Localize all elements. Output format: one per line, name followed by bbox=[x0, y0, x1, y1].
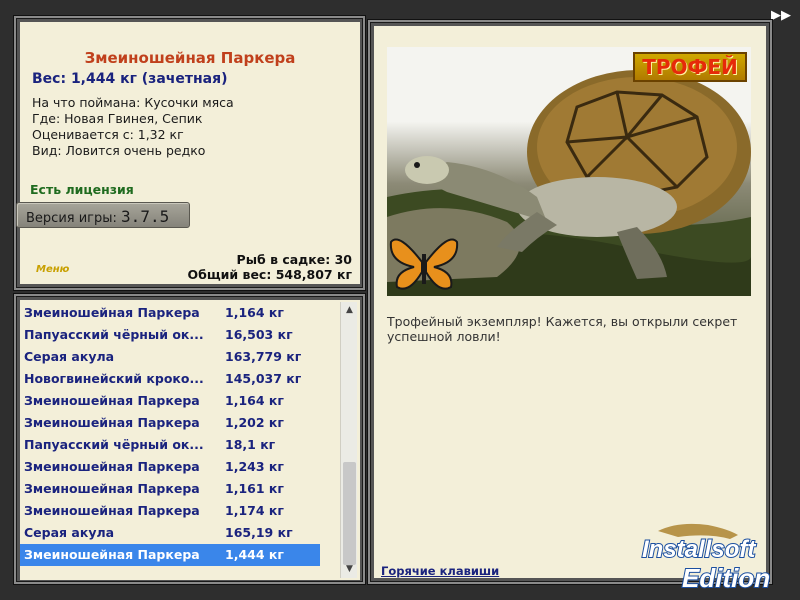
catch-weight: 1,164 кг bbox=[225, 393, 284, 408]
installsoft-watermark: Installsoft Edition bbox=[638, 519, 796, 594]
fish-info-panel: Змеиношейная Паркера Вес: 1,444 кг (заче… bbox=[16, 22, 360, 284]
watermark-logo: Installsoft Edition bbox=[641, 523, 771, 594]
catch-weight: 1,161 кг bbox=[225, 481, 284, 496]
trophy-description: Трофейный экземпляр! Кажется, вы открыли… bbox=[387, 314, 738, 344]
catch-weight: 165,19 кг bbox=[225, 525, 293, 540]
menu-link[interactable]: Меню bbox=[36, 264, 69, 275]
list-item[interactable]: Серая акула 165,19 кг bbox=[20, 522, 320, 544]
catch-name: Змеиношейная Паркера bbox=[24, 503, 200, 518]
catch-detail-panel: ТРОФЕЙ Трофейный экземпляр! Кажется, вы … bbox=[374, 26, 766, 578]
list-item[interactable]: Новогвинейский кроко... 145,037 кг bbox=[20, 368, 320, 390]
version-number: 3.7.5 bbox=[121, 207, 170, 226]
catch-weight: 1,243 кг bbox=[225, 459, 284, 474]
catch-weight: 1,202 кг bbox=[225, 415, 284, 430]
list-item[interactable]: Змеиношейная Паркера 1,164 кг bbox=[20, 302, 320, 324]
scroll-thumb[interactable] bbox=[343, 462, 356, 565]
fish-min-weight: Оценивается с: 1,32 кг bbox=[32, 127, 184, 142]
fish-weight: Вес: 1,444 кг (зачетная) bbox=[32, 71, 228, 87]
list-item[interactable]: Серая акула 163,779 кг bbox=[20, 346, 320, 368]
catch-name: Папуасский чёрный ок... bbox=[24, 327, 204, 342]
catch-name: Змеиношейная Паркера bbox=[24, 481, 200, 496]
catch-name: Змеиношейная Паркера bbox=[24, 547, 200, 562]
fish-rarity: Вид: Ловится очень редко bbox=[32, 143, 206, 158]
fish-count: Рыб в садке: 30 bbox=[236, 252, 352, 267]
fish-title: Змеиношейная Паркера bbox=[84, 49, 296, 67]
catch-name: Новогвинейский кроко... bbox=[24, 371, 204, 386]
fish-location: Где: Новая Гвинея, Сепик bbox=[32, 111, 203, 126]
total-weight: Общий вес: 548,807 кг bbox=[187, 267, 353, 282]
trophy-badge: ТРОФЕЙ bbox=[633, 52, 747, 82]
catch-weight: 1,174 кг bbox=[225, 503, 284, 518]
list-item[interactable]: Змеиношейная Паркера 1,164 кг bbox=[20, 390, 320, 412]
svg-text:Edition: Edition bbox=[682, 563, 770, 593]
turtle-photo: ТРОФЕЙ bbox=[387, 47, 751, 296]
catch-list[interactable]: Змеиношейная Паркера 1,164 кг Папуасский ч… bbox=[20, 300, 360, 580]
catch-weight: 1,164 кг bbox=[225, 305, 284, 320]
list-item[interactable]: Змеиношейная Паркера 1,444 кг bbox=[20, 544, 320, 566]
catch-name: Серая акула bbox=[24, 349, 115, 364]
catch-name: Змеиношейная Паркера bbox=[24, 305, 200, 320]
scrollbar[interactable]: ▲ ▼ bbox=[340, 302, 357, 578]
list-item[interactable]: Змеиношейная Паркера 1,174 кг bbox=[20, 500, 320, 522]
list-item[interactable]: Папуасский чёрный ок... 16,503 кг bbox=[20, 324, 320, 346]
catch-name: Змеиношейная Паркера bbox=[24, 415, 200, 430]
license-status: Есть лицензия bbox=[30, 182, 134, 197]
catch-name: Серая акула bbox=[24, 525, 115, 540]
scroll-down-icon[interactable]: ▼ bbox=[341, 561, 358, 578]
turtle-illustration bbox=[387, 70, 751, 296]
fish-bait: На что поймана: Кусочки мяса bbox=[32, 95, 234, 110]
catch-name: Папуасский чёрный ок... bbox=[24, 437, 204, 452]
svg-text:Installsoft: Installsoft bbox=[642, 536, 756, 563]
keepnet-stats: Рыб в садке: 30 Общий вес: 548,807 кг bbox=[188, 252, 353, 282]
catch-weight: 1,444 кг bbox=[225, 547, 284, 562]
catch-weight: 145,037 кг bbox=[225, 371, 302, 386]
catch-name: Змеиношейная Паркера bbox=[24, 459, 200, 474]
catch-weight: 163,779 кг bbox=[225, 349, 302, 364]
list-item[interactable]: Змеиношейная Паркера 1,202 кг bbox=[20, 412, 320, 434]
list-item[interactable]: Змеиношейная Паркера 1,161 кг bbox=[20, 478, 320, 500]
list-item[interactable]: Папуасский чёрный ок... 18,1 кг bbox=[20, 434, 320, 456]
version-badge: Версия игры: 3.7.5 bbox=[16, 202, 190, 228]
catch-weight: 16,503 кг bbox=[225, 327, 293, 342]
catch-weight: 18,1 кг bbox=[225, 437, 276, 452]
catch-name: Змеиношейная Паркера bbox=[24, 393, 200, 408]
scroll-up-icon[interactable]: ▲ bbox=[341, 302, 358, 319]
list-item[interactable]: Змеиношейная Паркера 1,243 кг bbox=[20, 456, 320, 478]
hotkeys-link[interactable]: Горячие клавиши bbox=[381, 564, 499, 578]
fast-forward-icon: ▶▶ bbox=[771, 8, 791, 23]
version-label: Версия игры: bbox=[26, 211, 117, 226]
